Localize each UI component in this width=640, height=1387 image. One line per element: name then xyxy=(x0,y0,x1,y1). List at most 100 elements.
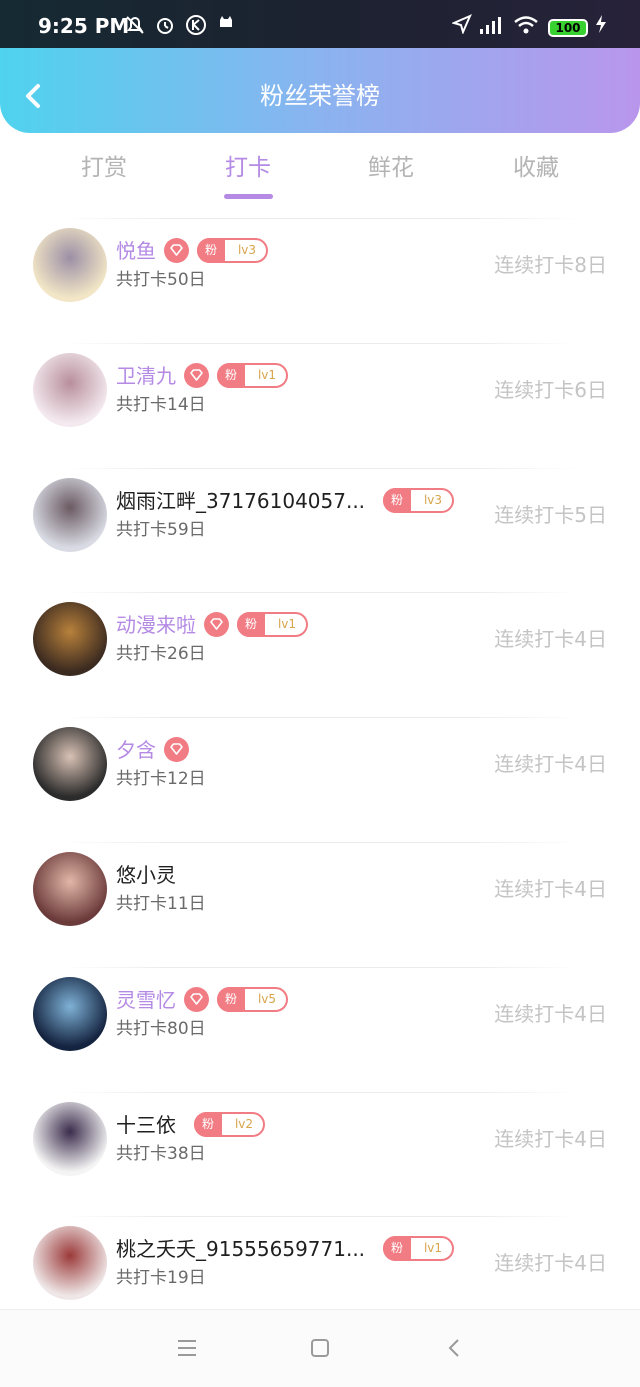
list-item[interactable]: 灵雪忆共打卡80日 连续打卡4日 粉 lv5 xyxy=(0,966,640,1091)
avatar[interactable] xyxy=(33,352,107,427)
total-checkins: 共打卡38日 xyxy=(116,1143,206,1164)
streak-days: 连续打卡4日 xyxy=(494,1001,607,1026)
tab-reward[interactable]: 打赏 xyxy=(54,152,154,184)
row-divider xyxy=(60,1216,580,1218)
list-item[interactable]: 悠小灵共打卡11日 连续打卡4日 xyxy=(0,842,640,966)
avatar[interactable] xyxy=(33,1226,107,1301)
status-time: 9:25 PM xyxy=(38,14,130,38)
cat-app-icon xyxy=(217,14,235,37)
user-name: 动漫来啦 xyxy=(116,613,196,638)
avatar[interactable] xyxy=(33,477,107,552)
list-item[interactable]: 十三依共打卡38日 连续打卡4日 粉 lv2 xyxy=(0,1091,640,1216)
tab-bar: 打赏 打卡 鲜花 收藏 xyxy=(0,148,640,208)
tab-checkin[interactable]: 打卡 xyxy=(198,152,298,184)
signal-icon xyxy=(478,14,506,41)
total-checkins: 共打卡12日 xyxy=(116,769,206,790)
fan-level: lv1 xyxy=(277,617,297,632)
header-bar: 9:25 PM 100 粉丝荣誉榜 xyxy=(0,0,640,133)
k-app-icon xyxy=(185,14,207,41)
menu-icon[interactable] xyxy=(176,1338,198,1362)
battery-indicator: 100 xyxy=(548,19,588,37)
list-item[interactable]: 悦鱼共打卡50日 连续打卡8日 粉 lv3 xyxy=(0,218,640,342)
streak-days: 连续打卡4日 xyxy=(494,877,607,901)
avatar[interactable] xyxy=(33,852,107,926)
diamond-icon xyxy=(184,986,209,1012)
total-checkins: 共打卡59日 xyxy=(116,519,206,540)
streak-days: 连续打卡4日 xyxy=(494,1126,607,1151)
avatar[interactable] xyxy=(33,228,107,302)
alarm-icon xyxy=(154,14,176,41)
user-name: 悦鱼 xyxy=(116,239,156,263)
user-name: 桃之夭夭_91555659771... xyxy=(116,1237,366,1262)
avatar[interactable] xyxy=(33,602,107,677)
fan-badge-label: 粉 xyxy=(217,986,245,1012)
fan-badge-label: 粉 xyxy=(237,612,265,638)
list-item[interactable]: 卫清九 共打卡14日 连续打卡6日 粉 lv1 xyxy=(0,342,640,467)
row-divider xyxy=(60,717,580,719)
row-divider xyxy=(60,1091,580,1093)
streak-days: 连续打卡5日 xyxy=(494,502,607,527)
user-name: 烟雨江畔_37176104057... xyxy=(116,488,366,513)
avatar[interactable] xyxy=(33,1101,107,1176)
total-checkins: 共打卡50日 xyxy=(116,270,206,290)
fan-level-badge: 粉 lv2 xyxy=(194,1111,265,1137)
total-checkins: 共打卡80日 xyxy=(116,1018,206,1039)
list-item[interactable]: 动漫来啦共打卡26日 连续打卡4日 粉 lv1 xyxy=(0,592,640,716)
diamond-icon xyxy=(164,238,189,263)
user-name: 灵雪忆 xyxy=(116,987,176,1012)
wifi-icon xyxy=(513,14,539,41)
fan-badge-label: 粉 xyxy=(197,238,225,263)
list-item[interactable]: 烟雨江畔_37176104057... 共打卡59日 连续打卡5日 粉 lv3 xyxy=(0,467,640,592)
fan-level-badge: 粉 lv1 xyxy=(237,612,308,638)
streak-days: 连续打卡4日 xyxy=(494,627,607,652)
total-checkins: 共打卡19日 xyxy=(116,1268,206,1289)
user-name: 悠小灵 xyxy=(116,863,176,887)
streak-days: 连续打卡6日 xyxy=(494,377,607,402)
system-nav-bar xyxy=(0,1309,640,1387)
row-divider xyxy=(60,842,580,843)
row-divider xyxy=(60,467,580,469)
streak-days: 连续打卡4日 xyxy=(494,1251,607,1276)
user-name: 夕含 xyxy=(116,738,156,763)
row-divider xyxy=(60,966,580,968)
fan-level: lv3 xyxy=(237,243,257,257)
avatar[interactable] xyxy=(33,976,107,1051)
fan-level: lv3 xyxy=(423,492,443,507)
tab-favorites[interactable]: 收藏 xyxy=(486,152,586,184)
home-icon[interactable] xyxy=(310,1338,330,1362)
fan-badge-label: 粉 xyxy=(194,1111,222,1137)
list-item[interactable]: 夕含共打卡12日 连续打卡4日 xyxy=(0,717,640,841)
fan-badge-label: 粉 xyxy=(217,362,245,388)
fan-level-badge: 粉 lv1 xyxy=(217,362,288,388)
row-divider xyxy=(60,592,580,594)
row-divider xyxy=(60,342,580,344)
diamond-icon xyxy=(184,362,209,388)
row-divider xyxy=(60,218,580,219)
tab-flowers[interactable]: 鲜花 xyxy=(341,152,441,184)
fan-level-badge: 粉 lv1 xyxy=(383,1236,454,1262)
diamond-icon xyxy=(204,612,229,638)
page-title: 粉丝荣誉榜 xyxy=(260,82,380,110)
mute-icon xyxy=(124,14,146,41)
fan-level-badge: 粉 lv5 xyxy=(217,986,288,1012)
diamond-icon xyxy=(164,737,189,763)
fan-badge-label: 粉 xyxy=(383,1236,411,1262)
status-bar: 9:25 PM 100 xyxy=(0,0,640,48)
total-checkins: 共打卡11日 xyxy=(116,894,206,914)
fan-level: lv1 xyxy=(423,1241,443,1256)
fan-level-badge: 粉 lv3 xyxy=(383,487,454,513)
back-nav-icon[interactable] xyxy=(446,1338,462,1362)
fan-level: lv1 xyxy=(257,367,277,382)
charging-icon xyxy=(594,14,608,39)
active-tab-indicator xyxy=(224,194,273,199)
streak-days: 连续打卡4日 xyxy=(494,752,607,777)
user-name: 卫清九 xyxy=(116,363,176,388)
fan-badge-label: 粉 xyxy=(383,487,411,513)
avatar[interactable] xyxy=(33,727,107,802)
total-checkins: 共打卡26日 xyxy=(116,644,206,665)
user-name: 十三依 xyxy=(116,1112,176,1137)
streak-days: 连续打卡8日 xyxy=(494,253,607,277)
fan-level-badge: 粉 lv3 xyxy=(197,238,268,263)
fan-level: lv2 xyxy=(234,1116,254,1131)
fan-level: lv5 xyxy=(257,991,277,1006)
